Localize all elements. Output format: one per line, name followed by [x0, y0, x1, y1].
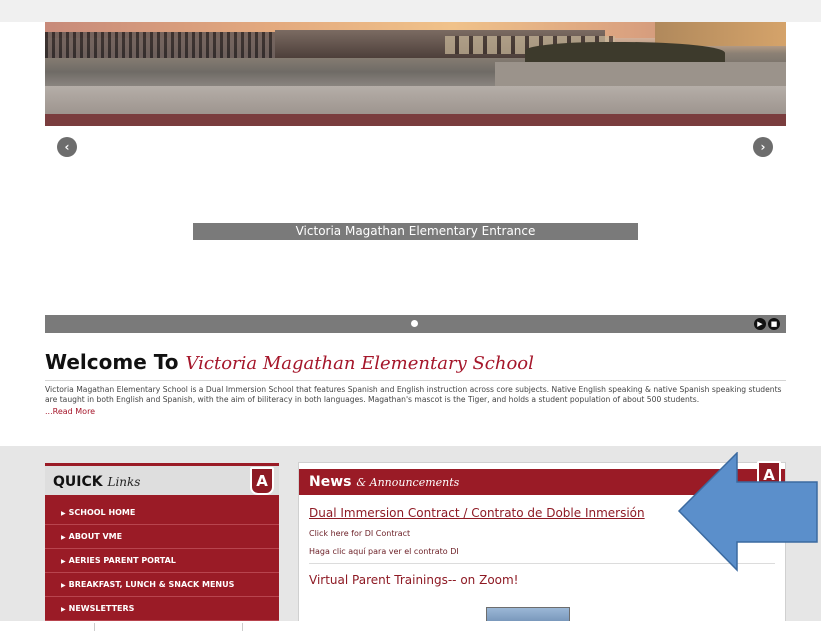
divider	[45, 380, 786, 381]
news-title: News & Announcements	[309, 474, 459, 490]
caret-right-icon: ▶	[61, 510, 66, 517]
welcome-title-school: Victoria Magathan Elementary School	[185, 353, 534, 374]
news-item-line[interactable]: Click here for DI Contract	[309, 529, 410, 538]
hero-fence	[45, 32, 275, 58]
welcome-title: Welcome To Victoria Magathan Elementary …	[45, 349, 786, 377]
top-bar	[0, 0, 821, 22]
caret-right-icon: ▶	[61, 534, 66, 541]
quick-link-aeries-parent-portal[interactable]: ▶ AERIES PARENT PORTAL	[45, 549, 279, 573]
hero-curb	[45, 114, 786, 126]
quick-links-title: QUICK Links	[53, 474, 140, 490]
divider	[242, 623, 243, 631]
hero-walkway	[45, 86, 786, 116]
quick-links-list: ▶ SCHOOL HOME ▶ ABOUT VME ▶ AERIES PARENT P…	[45, 501, 279, 621]
caret-right-icon: ▶	[61, 558, 66, 565]
hero-photo	[45, 22, 786, 126]
chevron-left-icon: ‹	[64, 140, 70, 154]
quick-links-title-script: Links	[107, 475, 141, 489]
bottom-strip	[0, 621, 821, 632]
arrow-shape	[677, 452, 818, 572]
quick-link-about-vme[interactable]: ▶ ABOUT VME	[45, 525, 279, 549]
news-item-line[interactable]: Haga clic aquí para ver el contrato DI	[309, 547, 459, 556]
news-title-script: & Announcements	[356, 476, 460, 489]
hero-trees	[525, 42, 725, 64]
hero-wall	[495, 62, 786, 86]
chevron-right-icon: ›	[760, 140, 766, 154]
carousel-caption: Victoria Magathan Elementary Entrance	[193, 223, 638, 240]
page: ‹ › Victoria Magathan Elementary Entranc…	[0, 0, 821, 632]
news-title-text: News	[309, 474, 352, 490]
carousel-dot[interactable]	[411, 320, 418, 327]
quick-links-title-text: QUICK	[53, 474, 103, 490]
welcome-title-prefix: Welcome To	[45, 350, 179, 374]
stop-icon[interactable]: ■	[768, 318, 780, 330]
caret-right-icon: ▶	[61, 582, 66, 589]
caret-right-icon: ▶	[61, 606, 66, 613]
play-icon[interactable]: ▶	[754, 318, 766, 330]
quick-links-panel: QUICK Links A ▶ SCHOOL HOME ▶ ABOUT VME ▶ A…	[45, 463, 279, 632]
quick-link-menus[interactable]: ▶ BREAKFAST, LUNCH & SNACK MENUS	[45, 573, 279, 597]
news-item-title[interactable]: Virtual Parent Trainings-- on Zoom!	[309, 573, 519, 587]
welcome-body: Victoria Magathan Elementary School is a…	[45, 385, 782, 404]
quick-links-header: QUICK Links	[45, 463, 279, 495]
carousel-prev-button[interactable]: ‹	[57, 137, 77, 157]
read-more-link[interactable]: ...Read More	[45, 407, 786, 416]
left-arrow-icon	[677, 452, 818, 572]
carousel-controls: ▶ ■	[45, 315, 786, 333]
news-item-title[interactable]: Dual Immersion Contract / Contrato de Do…	[309, 506, 645, 520]
carousel-next-button[interactable]: ›	[753, 137, 773, 157]
quick-link-newsletters[interactable]: ▶ NEWSLETTERS	[45, 597, 279, 621]
divider	[94, 623, 95, 631]
welcome-section: Welcome To Victoria Magathan Elementary …	[45, 349, 786, 416]
hero-lights	[655, 22, 786, 46]
a-badge-icon: A	[250, 467, 274, 495]
quick-link-school-home[interactable]: ▶ SCHOOL HOME	[45, 501, 279, 525]
